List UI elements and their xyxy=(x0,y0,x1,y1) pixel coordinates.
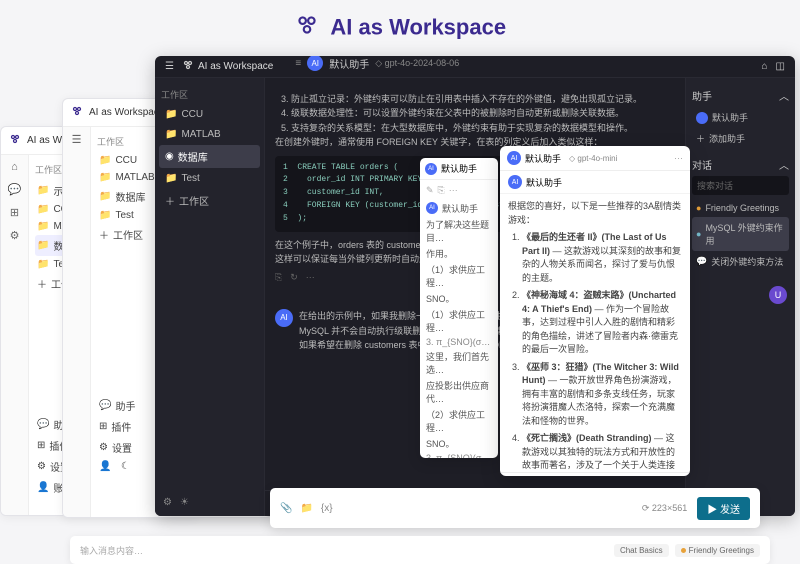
assistant-item[interactable]: 默认助手 xyxy=(692,107,789,128)
assistant-avatar: AI xyxy=(507,151,521,165)
chat-input-placeholder: 输入消息内容… xyxy=(80,544,143,557)
assistant-avatar: AI xyxy=(425,163,437,175)
assistant-avatar: AI xyxy=(426,202,438,214)
size-badge: ⟳ 223×561 xyxy=(642,503,687,514)
popup-chat: AI 默认助手 ◇ gpt-4o-mini ⋯ AI 默认助手 根据您的喜好，以… xyxy=(500,146,690,476)
more-icon[interactable]: ⋯ xyxy=(449,185,458,196)
settings-icon[interactable]: ⚙ xyxy=(163,497,172,508)
window-title: AI as Workspace xyxy=(198,61,273,72)
home-icon[interactable]: ⌂ xyxy=(11,161,18,173)
plugin-icon[interactable]: ⊞ xyxy=(10,206,19,219)
copy-icon[interactable]: ⎘ xyxy=(438,185,445,196)
sidebar-item[interactable]: 📁 MATLAB xyxy=(159,125,260,144)
vars-icon[interactable]: {x} xyxy=(321,503,333,514)
chevron-up-icon[interactable]: ︿ xyxy=(779,88,789,103)
model-badge[interactable]: ◇ gpt-4o-2024-08-06 xyxy=(375,58,459,69)
sidebar: 工作区 📁 CCU 📁 MATLAB ◉ 数据库 📁 Test ＋ 工作区 ⚙ … xyxy=(155,78,265,516)
folder-icon[interactable]: 📁 xyxy=(300,503,312,514)
chat-text: （1）求供应工程… xyxy=(426,263,492,289)
sidebar-item[interactable]: 📁 Test xyxy=(159,169,260,188)
chat-icon[interactable]: 💬 xyxy=(8,183,22,196)
chat-text: 应投影出供应商代… xyxy=(426,379,492,405)
chat-text: SNO。 xyxy=(426,292,492,305)
assistant-name: 默认助手 xyxy=(526,176,562,189)
chat-text: 支持复杂的关系模型：在大型数据库中，外键约束有助于实现复杂的数据模型和操作。 xyxy=(291,121,675,135)
chevron-up-icon[interactable]: ︿ xyxy=(779,157,789,172)
chat-text: 这里，我们首先选… xyxy=(426,350,492,376)
chat-text: （2）求供应工程… xyxy=(426,408,492,434)
chat-text: （1）求供应工程… xyxy=(426,308,492,334)
assistant-avatar: AI xyxy=(307,56,323,71)
game-item: 《最后的生还者 II》(The Last of Us Part II) — 这款… xyxy=(522,231,682,285)
assistant-avatar: AI xyxy=(275,309,293,327)
menu-icon[interactable]: ☰ xyxy=(165,61,174,72)
app-logo-icon xyxy=(182,59,194,74)
attach-icon[interactable]: 📎 xyxy=(280,503,292,514)
chat-text: SNO。 xyxy=(426,437,492,450)
dialog-item[interactable]: 💬 关闭外键约束方法 xyxy=(692,251,789,272)
add-assistant[interactable]: ＋ 添加助手 xyxy=(692,128,789,149)
window-title: AI as Workspace xyxy=(89,107,164,118)
chat-text: 防止孤立记录：外键约束可以防止在引用表中插入不存在的外键值，避免出现孤立记录。 xyxy=(291,92,675,106)
game-item: 《巫师 3：狂猎》(The Witcher 3: Wild Hunt) — 一款… xyxy=(522,361,682,429)
dialog-item[interactable]: ● MySQL 外键约束作用 xyxy=(692,217,789,251)
right-panel: 助手 ︿ 默认助手 ＋ 添加助手 对话 ︿ 搜索对话 ● Friendly Gree… xyxy=(685,78,795,516)
search-input[interactable]: 搜索对话 xyxy=(692,176,789,195)
copy-icon[interactable]: ⎘ xyxy=(275,270,282,284)
popup-title: 默认助手 xyxy=(441,162,477,175)
app-logo-icon xyxy=(294,12,320,43)
app-logo-text: AI as Workspace xyxy=(330,15,506,40)
bottom-input-bar[interactable]: 输入消息内容… Chat Basics Friendly Greetings xyxy=(70,536,770,564)
user-avatar[interactable]: U xyxy=(769,286,787,304)
chat-text: 3. π_{SNO}(σ… xyxy=(426,453,492,458)
chat-text: 3. π_{SNO}(σ… xyxy=(426,337,492,347)
game-item: 《神秘海域 4：盗贼末路》(Uncharted 4: A Thief's End… xyxy=(522,289,682,357)
icon-rail: ⌂ 💬 ⊞ ⚙ xyxy=(1,155,29,516)
edit-icon[interactable]: ✎ xyxy=(426,185,434,196)
game-item: 《死亡搁浅》(Death Stranding) — 这款游戏以其独特的玩法方式和… xyxy=(522,432,682,472)
tab-title[interactable]: 默认助手 xyxy=(329,56,369,71)
section-hdr: 对话 xyxy=(692,157,712,172)
add-workspace[interactable]: ＋ 工作区 xyxy=(159,189,260,212)
chat-text: 为了解决这些题目… xyxy=(426,218,492,244)
section-hdr: 工作区 xyxy=(161,88,258,101)
app-logo-icon xyxy=(71,105,83,120)
suggestion-chip[interactable]: Chat Basics xyxy=(614,544,669,557)
chat-text: 级联数据处理性：可以设置外键约束在父表中的被删除时自动更新或删除关联数据。 xyxy=(291,106,675,120)
icon-rail: ☰ xyxy=(63,127,91,518)
settings-icon[interactable]: ⚙ xyxy=(10,229,20,242)
theme-icon[interactable]: ☀ xyxy=(180,497,189,508)
popup-title: 默认助手 xyxy=(525,152,561,165)
model-badge[interactable]: ◇ gpt-4o-mini xyxy=(569,154,617,163)
sidebar-toggle-icon[interactable]: ◫ xyxy=(776,61,785,72)
dialog-item[interactable]: ● Friendly Greetings xyxy=(692,199,789,217)
more-icon[interactable]: ⋯ xyxy=(306,270,315,284)
chat-text: 根据您的喜好，以下是一些推荐的3A剧情类游戏： xyxy=(508,200,682,227)
home-icon[interactable]: ⌂ xyxy=(762,61,768,72)
bottom-chat-bar: 📎 📁 {x} ⟳ 223×561 ▶ 发送 xyxy=(270,488,760,528)
menu-icon[interactable]: ≡ xyxy=(295,58,301,69)
app-logo-icon xyxy=(9,133,21,148)
theme-icon[interactable]: ☾ xyxy=(121,461,130,472)
suggestion-chip[interactable]: Friendly Greetings xyxy=(675,544,760,557)
send-button[interactable]: ▶ 发送 xyxy=(697,497,750,520)
sidebar-item[interactable]: ◉ 数据库 xyxy=(159,145,260,168)
sidebar-item[interactable]: 📁 CCU xyxy=(159,105,260,124)
menu-icon[interactable]: ☰ xyxy=(72,133,82,146)
refresh-icon[interactable]: ↻ xyxy=(290,270,298,284)
popup-side-chat: AI默认助手 ✎⎘⋯ AI默认助手 为了解决这些题目… 作用。 （1）求供应工程… xyxy=(420,158,498,458)
chat-text: 作用。 xyxy=(426,247,492,260)
more-icon[interactable]: ⋯ xyxy=(674,153,683,164)
assistant-avatar: AI xyxy=(508,175,522,189)
section-hdr: 助手 xyxy=(692,88,712,103)
